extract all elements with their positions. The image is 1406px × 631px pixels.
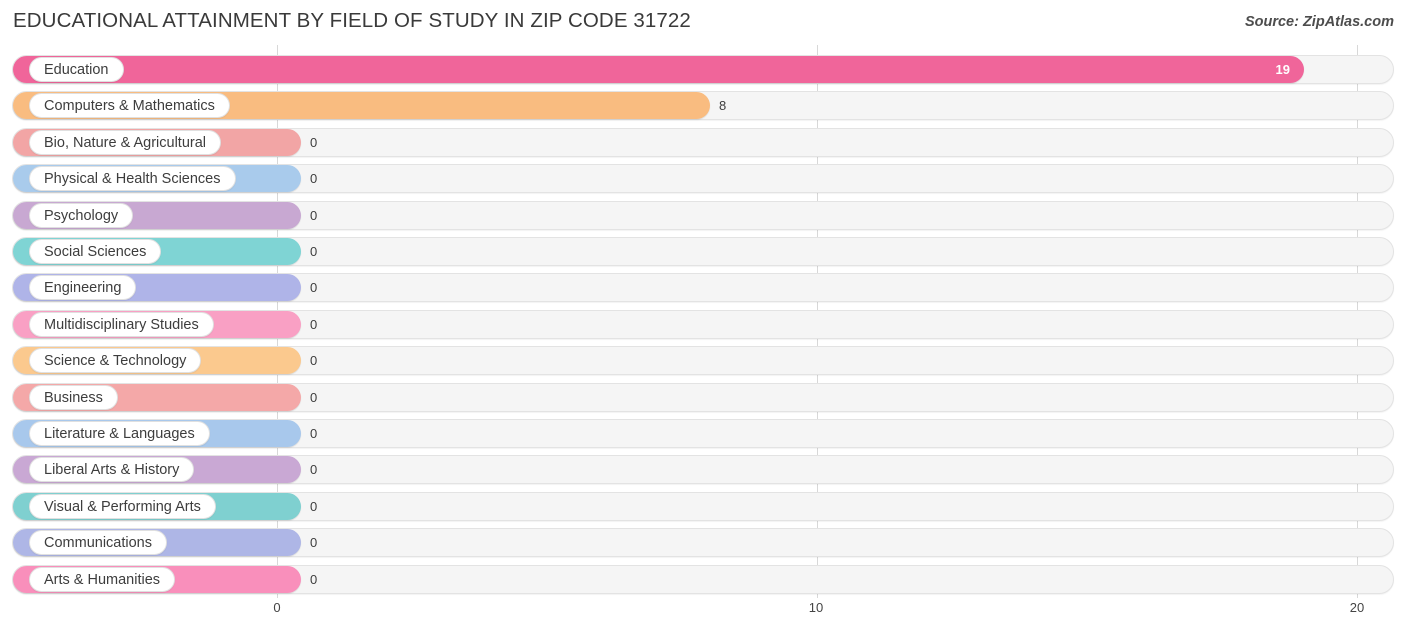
category-label: Literature & Languages	[29, 421, 210, 446]
category-label: Physical & Health Sciences	[29, 166, 236, 192]
chart-row: Arts & Humanities 0	[12, 564, 1394, 594]
chart-row: Bio, Nature & Agricultural 0	[12, 127, 1394, 157]
bar-value-label: 0	[310, 426, 318, 441]
x-axis: 0 10 20	[0, 598, 1406, 631]
chart-row: Psychology 0	[12, 200, 1394, 230]
bar-value-label: 0	[310, 389, 318, 405]
chart-row: Social Sciences 0	[12, 237, 1394, 266]
category-label: Social Sciences	[29, 239, 162, 264]
page-title: EDUCATIONAL ATTAINMENT BY FIELD OF STUDY…	[13, 9, 691, 32]
bar-value-label: 0	[310, 171, 318, 187]
bar-value-label: 0	[310, 462, 318, 478]
bar-value-label: 0	[310, 134, 318, 150]
category-label: Bio, Nature & Agricultural	[29, 129, 221, 155]
bar-value-label: 0	[310, 353, 318, 369]
chart-row: Science & Technology 0	[12, 346, 1394, 376]
source-attribution: Source: ZipAtlas.com	[1244, 14, 1394, 30]
chart-row: Business 0	[12, 382, 1394, 412]
category-label: Computers & Mathematics	[29, 93, 230, 119]
bar[interactable]: 19	[13, 56, 1304, 83]
category-label: Communications	[29, 530, 167, 556]
bar-value-label: 0	[310, 316, 318, 332]
chart-row: Visual & Performing Arts 0	[12, 491, 1394, 521]
category-label: Arts & Humanities	[29, 566, 176, 592]
category-label: Education	[29, 57, 124, 82]
x-axis-tick-label: 20	[1349, 600, 1365, 615]
x-axis-tick-label: 0	[273, 600, 281, 615]
bar-value-label: 19	[1275, 62, 1290, 77]
category-label: Engineering	[29, 275, 137, 301]
bar-value-label: 0	[310, 571, 318, 587]
category-label: Science & Technology	[29, 348, 202, 374]
bar-value-label: 0	[310, 498, 318, 514]
category-label: Business	[29, 384, 118, 410]
chart-row: Literature & Languages 0	[12, 419, 1394, 448]
chart-row: Communications 0	[12, 528, 1394, 558]
category-label: Visual & Performing Arts	[29, 493, 216, 519]
bar-value-label: 8	[719, 98, 727, 114]
chart-plot-area: 19 Education Computers & Mathematics 8 Bio, …	[0, 45, 1406, 598]
category-label: Multidisciplinary Studies	[29, 311, 214, 337]
x-axis-tick-label: 10	[808, 600, 824, 615]
chart-row: Computers & Mathematics 8	[12, 91, 1394, 121]
bar-value-label: 0	[310, 244, 318, 259]
chart-row: Physical & Health Sciences 0	[12, 164, 1394, 194]
chart-row: Liberal Arts & History 0	[12, 455, 1394, 485]
bar-value-label: 0	[310, 535, 318, 551]
category-label: Liberal Arts & History	[29, 457, 195, 483]
bar-value-label: 0	[310, 280, 318, 296]
chart-row: Engineering 0	[12, 273, 1394, 303]
chart-row: 19 Education	[12, 55, 1394, 84]
chart-header: EDUCATIONAL ATTAINMENT BY FIELD OF STUDY…	[0, 0, 1406, 45]
bar-value-label: 0	[310, 207, 318, 223]
category-label: Psychology	[29, 202, 134, 228]
chart-row: Multidisciplinary Studies 0	[12, 309, 1394, 339]
